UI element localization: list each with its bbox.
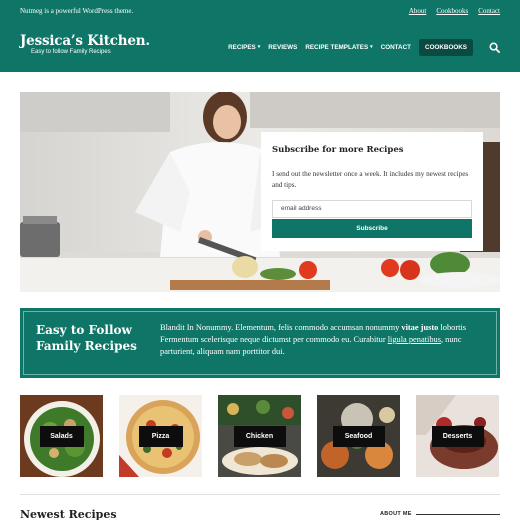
site-subtitle: Easy to follow Family Recipes xyxy=(31,49,111,55)
site-tagline: Nutmeg is a powerful WordPress theme. xyxy=(20,7,134,15)
newest-recipes-heading: Newest Recipes xyxy=(20,508,117,520)
nav-label: RECIPE TEMPLATES xyxy=(305,43,369,51)
banner-title: Easy to Follow Family Recipes xyxy=(36,323,137,353)
top-links: About Cookbooks Contact xyxy=(409,7,500,15)
nav-label: REVIEWS xyxy=(268,43,298,51)
banner-text-bold: vitae justo xyxy=(401,323,439,332)
nav-label: RECIPES xyxy=(228,43,256,51)
category-chicken[interactable]: Chicken xyxy=(218,395,301,477)
nav-item-recipe-templates[interactable]: RECIPE TEMPLATES ▾ xyxy=(305,44,372,51)
about-me-rule xyxy=(416,514,500,515)
subscribe-button[interactable]: Subscribe xyxy=(272,219,472,238)
nav-item-contact[interactable]: CONTACT xyxy=(381,44,411,51)
category-label: Salads xyxy=(39,426,84,447)
category-label: Chicken xyxy=(233,426,286,447)
category-label: Desserts xyxy=(431,426,484,447)
section-divider xyxy=(20,494,500,495)
nav-item-recipes[interactable]: RECIPES ▾ xyxy=(228,44,260,51)
nav-item-cookbooks[interactable]: COOKBOOKS xyxy=(419,38,473,56)
top-bar: Nutmeg is a powerful WordPress theme. Ab… xyxy=(20,7,500,17)
banner-link[interactable]: ligula penatibus xyxy=(388,335,441,344)
top-link-contact[interactable]: Contact xyxy=(478,7,500,15)
main-nav: RECIPES ▾ REVIEWS RECIPE TEMPLATES ▾ CON… xyxy=(228,38,500,56)
nav-label: COOKBOOKS xyxy=(425,43,467,51)
top-link-about[interactable]: About xyxy=(409,7,427,15)
category-salads[interactable]: Salads xyxy=(20,395,103,477)
newsletter-title: Subscribe for more Recipes xyxy=(272,145,404,155)
category-pizza[interactable]: Pizza xyxy=(119,395,202,477)
banner-text: Blandit In Nonummy. Elementum, felis com… xyxy=(160,322,480,358)
category-grid: Salads Pizza Chicken Seafood Desserts xyxy=(20,395,500,477)
newsletter-text: I send out the newsletter once a week. I… xyxy=(272,170,469,189)
category-label: Pizza xyxy=(138,426,183,447)
banner-text-part: Blandit In Nonummy. Elementum, felis com… xyxy=(160,323,402,332)
category-desserts[interactable]: Desserts xyxy=(416,395,499,477)
nav-item-reviews[interactable]: REVIEWS xyxy=(268,44,297,51)
nav-label: CONTACT xyxy=(380,43,412,51)
category-seafood[interactable]: Seafood xyxy=(317,395,400,477)
search-icon[interactable] xyxy=(489,42,500,53)
intro-banner: Easy to Follow Family Recipes Blandit In… xyxy=(20,308,500,378)
chevron-down-icon: ▾ xyxy=(370,44,373,50)
category-label: Seafood xyxy=(332,426,385,447)
site-title[interactable]: Jessica’s Kitchen. xyxy=(20,33,150,49)
email-field[interactable]: email address xyxy=(272,200,472,218)
about-me-heading: ABOUT ME xyxy=(380,511,412,517)
site-header: Nutmeg is a powerful WordPress theme. Ab… xyxy=(0,0,520,72)
chevron-down-icon: ▾ xyxy=(257,44,261,50)
newsletter-card: Subscribe for more Recipes I send out th… xyxy=(261,132,483,251)
top-link-cookbooks[interactable]: Cookbooks xyxy=(436,7,468,15)
